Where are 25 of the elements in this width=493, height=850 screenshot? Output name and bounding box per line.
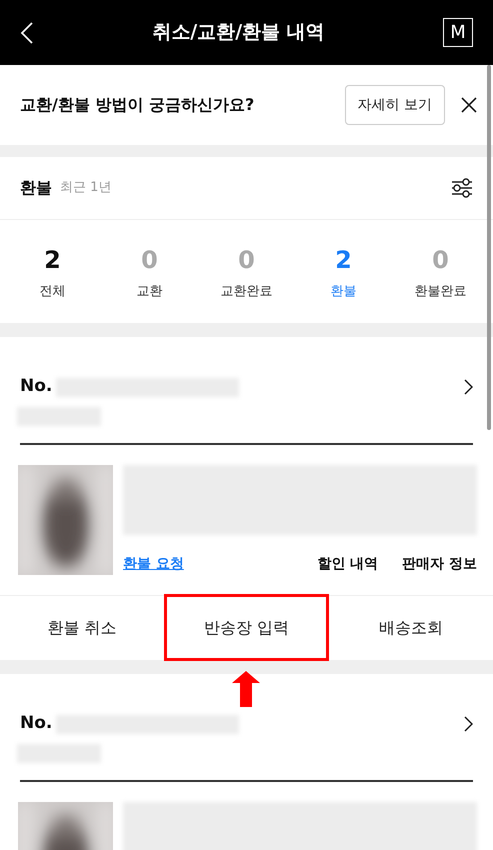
status-tab[interactable]: 2 전체: [4, 242, 101, 302]
status-tab[interactable]: 0 교환완료: [198, 242, 295, 302]
order-number-label: No.: [20, 712, 52, 736]
order-action-button[interactable]: 환불 취소: [0, 596, 164, 660]
period-label: 최근 1년: [60, 179, 112, 198]
back-icon[interactable]: [20, 20, 34, 44]
details-button[interactable]: 자세히 보기: [344, 85, 445, 125]
status-tab[interactable]: 0 교환: [101, 242, 198, 302]
order-number-label: No.: [20, 375, 52, 398]
filter-title: 환불: [20, 177, 52, 199]
banner-text: 교환/환불 방법이 궁금하신가요?: [20, 94, 256, 116]
info-link[interactable]: 판매자 정보: [402, 554, 477, 575]
filter-icon[interactable]: [451, 177, 473, 199]
page-title: 취소/교환/환불 내역: [152, 20, 325, 46]
chevron-right-icon[interactable]: [464, 716, 473, 732]
order-action-button[interactable]: 반송장 입력: [164, 596, 329, 660]
close-icon[interactable]: [461, 97, 477, 113]
info-link[interactable]: 할인 내역: [317, 554, 378, 575]
menu-logo[interactable]: M: [443, 18, 473, 47]
arrow-up-icon: [232, 671, 260, 707]
refund-request-link[interactable]: 환불 요청: [123, 554, 294, 575]
status-tab[interactable]: 2 환불: [295, 242, 392, 302]
status-tab[interactable]: 0 환불완료: [392, 242, 489, 302]
chevron-right-icon[interactable]: [464, 379, 473, 395]
order-action-button[interactable]: 배송조회: [328, 596, 493, 660]
